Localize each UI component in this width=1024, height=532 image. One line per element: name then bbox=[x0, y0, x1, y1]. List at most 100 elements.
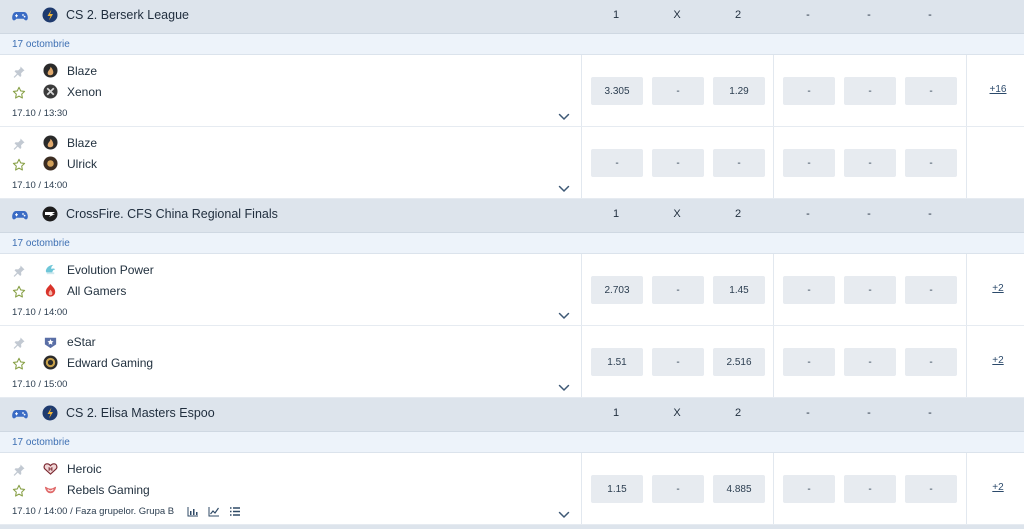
favorite-star-icon[interactable] bbox=[12, 86, 26, 100]
odd-button[interactable]: - bbox=[905, 77, 957, 105]
match-row: eStar Edward Gaming 17.10 / 15:00 1.51-2.51… bbox=[0, 326, 1024, 398]
date-separator: 17 octombrie bbox=[0, 233, 1024, 254]
favorite-star-icon[interactable] bbox=[12, 484, 26, 498]
odd-button[interactable]: - bbox=[783, 348, 835, 376]
team-home-name[interactable]: eStar bbox=[67, 335, 96, 349]
gamepad-icon bbox=[12, 208, 28, 222]
market-column-header: X bbox=[673, 9, 681, 21]
team-home-name[interactable]: Blaze bbox=[67, 64, 97, 78]
column-divider bbox=[581, 254, 582, 325]
odd-button[interactable]: - bbox=[844, 348, 896, 376]
odd-button[interactable]: - bbox=[652, 77, 704, 105]
favorite-star-icon[interactable] bbox=[12, 285, 26, 299]
odd-button[interactable]: - bbox=[844, 149, 896, 177]
date-separator: 17 octombrie bbox=[0, 34, 1024, 55]
bar-chart-icon[interactable] bbox=[187, 506, 199, 520]
odd-button[interactable]: - bbox=[905, 475, 957, 503]
team-away-name[interactable]: All Gamers bbox=[67, 284, 126, 298]
odd-button[interactable]: 3.305 bbox=[591, 77, 643, 105]
chevron-down-icon[interactable] bbox=[558, 381, 570, 392]
more-markets-link[interactable]: +2 bbox=[982, 355, 1014, 366]
column-divider bbox=[773, 127, 774, 198]
column-divider bbox=[966, 326, 967, 397]
favorite-star-icon[interactable] bbox=[12, 357, 26, 371]
team-home-name[interactable]: Evolution Power bbox=[67, 263, 154, 277]
market-column-header: 2 bbox=[734, 407, 742, 419]
odd-button[interactable]: 1.15 bbox=[591, 475, 643, 503]
league-name[interactable]: CS 2. Berserk League bbox=[66, 8, 189, 22]
market-column-header: - bbox=[867, 407, 871, 419]
chevron-down-icon[interactable] bbox=[558, 309, 570, 320]
league-name[interactable]: CrossFire. CFS China Regional Finals bbox=[66, 207, 278, 221]
team-home-name[interactable]: Blaze bbox=[67, 136, 97, 150]
market-column-header: 2 bbox=[734, 9, 742, 21]
odd-button[interactable]: 1.45 bbox=[713, 276, 765, 304]
odd-button[interactable]: - bbox=[652, 475, 704, 503]
odd-button[interactable]: - bbox=[783, 276, 835, 304]
market-column-header: - bbox=[806, 208, 810, 220]
pin-icon[interactable] bbox=[12, 137, 26, 151]
sports-betting-list: CS 2. Berserk League 1 X 2- - -17 octombrie Bl… bbox=[0, 0, 1024, 529]
date-separator: 17 octombrie bbox=[0, 432, 1024, 453]
odd-button[interactable]: - bbox=[713, 149, 765, 177]
line-chart-icon[interactable] bbox=[208, 506, 220, 520]
all-gamers-logo-icon bbox=[43, 283, 58, 298]
odd-button[interactable]: 2.703 bbox=[591, 276, 643, 304]
odd-button[interactable]: - bbox=[783, 77, 835, 105]
favorite-star-icon[interactable] bbox=[12, 158, 26, 172]
market-column-header: - bbox=[867, 9, 871, 21]
gamepad-icon bbox=[12, 407, 28, 421]
more-markets-link[interactable]: +2 bbox=[982, 283, 1014, 294]
column-divider bbox=[966, 55, 967, 126]
market-column-header: 2 bbox=[734, 208, 742, 220]
odd-button[interactable]: - bbox=[783, 475, 835, 503]
column-divider bbox=[773, 254, 774, 325]
cs2-logo-icon bbox=[42, 405, 58, 421]
league-name[interactable]: CS 2. Elisa Masters Espoo bbox=[66, 406, 215, 420]
odd-button[interactable]: - bbox=[591, 149, 643, 177]
market-column-header: 1 bbox=[612, 407, 620, 419]
odd-button[interactable]: 1.51 bbox=[591, 348, 643, 376]
team-away-name[interactable]: Rebels Gaming bbox=[67, 483, 150, 497]
odd-button[interactable]: - bbox=[652, 276, 704, 304]
column-divider bbox=[773, 55, 774, 126]
pin-icon[interactable] bbox=[12, 65, 26, 79]
odd-button[interactable]: - bbox=[652, 348, 704, 376]
team-away-name[interactable]: Ulrick bbox=[67, 157, 97, 171]
market-column-header: - bbox=[928, 9, 932, 21]
team-away-name[interactable]: Edward Gaming bbox=[67, 356, 153, 370]
match-time: 17.10 / 14:00 bbox=[12, 180, 68, 191]
odd-button[interactable]: 2.516 bbox=[713, 348, 765, 376]
league-header: CrossFire. CFS China Regional Finals 1 X 2 -… bbox=[0, 199, 1024, 233]
team-home-name[interactable]: Heroic bbox=[67, 462, 102, 476]
more-markets-link[interactable]: +16 bbox=[982, 84, 1014, 95]
chevron-down-icon[interactable] bbox=[558, 508, 570, 519]
match-time: 17.10 / 14:00 / Faza grupelor. Grupa B bbox=[12, 506, 175, 517]
odd-button[interactable]: - bbox=[652, 149, 704, 177]
odd-button[interactable]: - bbox=[783, 149, 835, 177]
odd-button[interactable]: - bbox=[905, 149, 957, 177]
column-divider bbox=[581, 55, 582, 126]
column-divider bbox=[966, 254, 967, 325]
market-column-header: - bbox=[928, 407, 932, 419]
list-icon[interactable] bbox=[229, 506, 241, 520]
team-away-name[interactable]: Xenon bbox=[67, 85, 102, 99]
pin-icon[interactable] bbox=[12, 264, 26, 278]
chevron-down-icon[interactable] bbox=[558, 110, 570, 121]
odd-button[interactable]: 1.29 bbox=[713, 77, 765, 105]
odd-button[interactable]: - bbox=[844, 77, 896, 105]
odd-button[interactable]: - bbox=[905, 348, 957, 376]
market-column-header: 1 bbox=[612, 9, 620, 21]
ulrick-logo-icon bbox=[43, 156, 58, 171]
odd-button[interactable]: 4.885 bbox=[713, 475, 765, 503]
pin-icon[interactable] bbox=[12, 463, 26, 477]
chevron-down-icon[interactable] bbox=[558, 182, 570, 193]
odd-button[interactable]: - bbox=[844, 475, 896, 503]
odd-button[interactable]: - bbox=[844, 276, 896, 304]
market-column-header: 1 bbox=[612, 208, 620, 220]
league-header: CS 2. Berserk League 1 X 2 - - - bbox=[0, 0, 1024, 34]
match-row: Evolution Power All Gamers 17.10 / 14:00 2.… bbox=[0, 254, 1024, 326]
more-markets-link[interactable]: +2 bbox=[982, 482, 1014, 493]
pin-icon[interactable] bbox=[12, 336, 26, 350]
odd-button[interactable]: - bbox=[905, 276, 957, 304]
